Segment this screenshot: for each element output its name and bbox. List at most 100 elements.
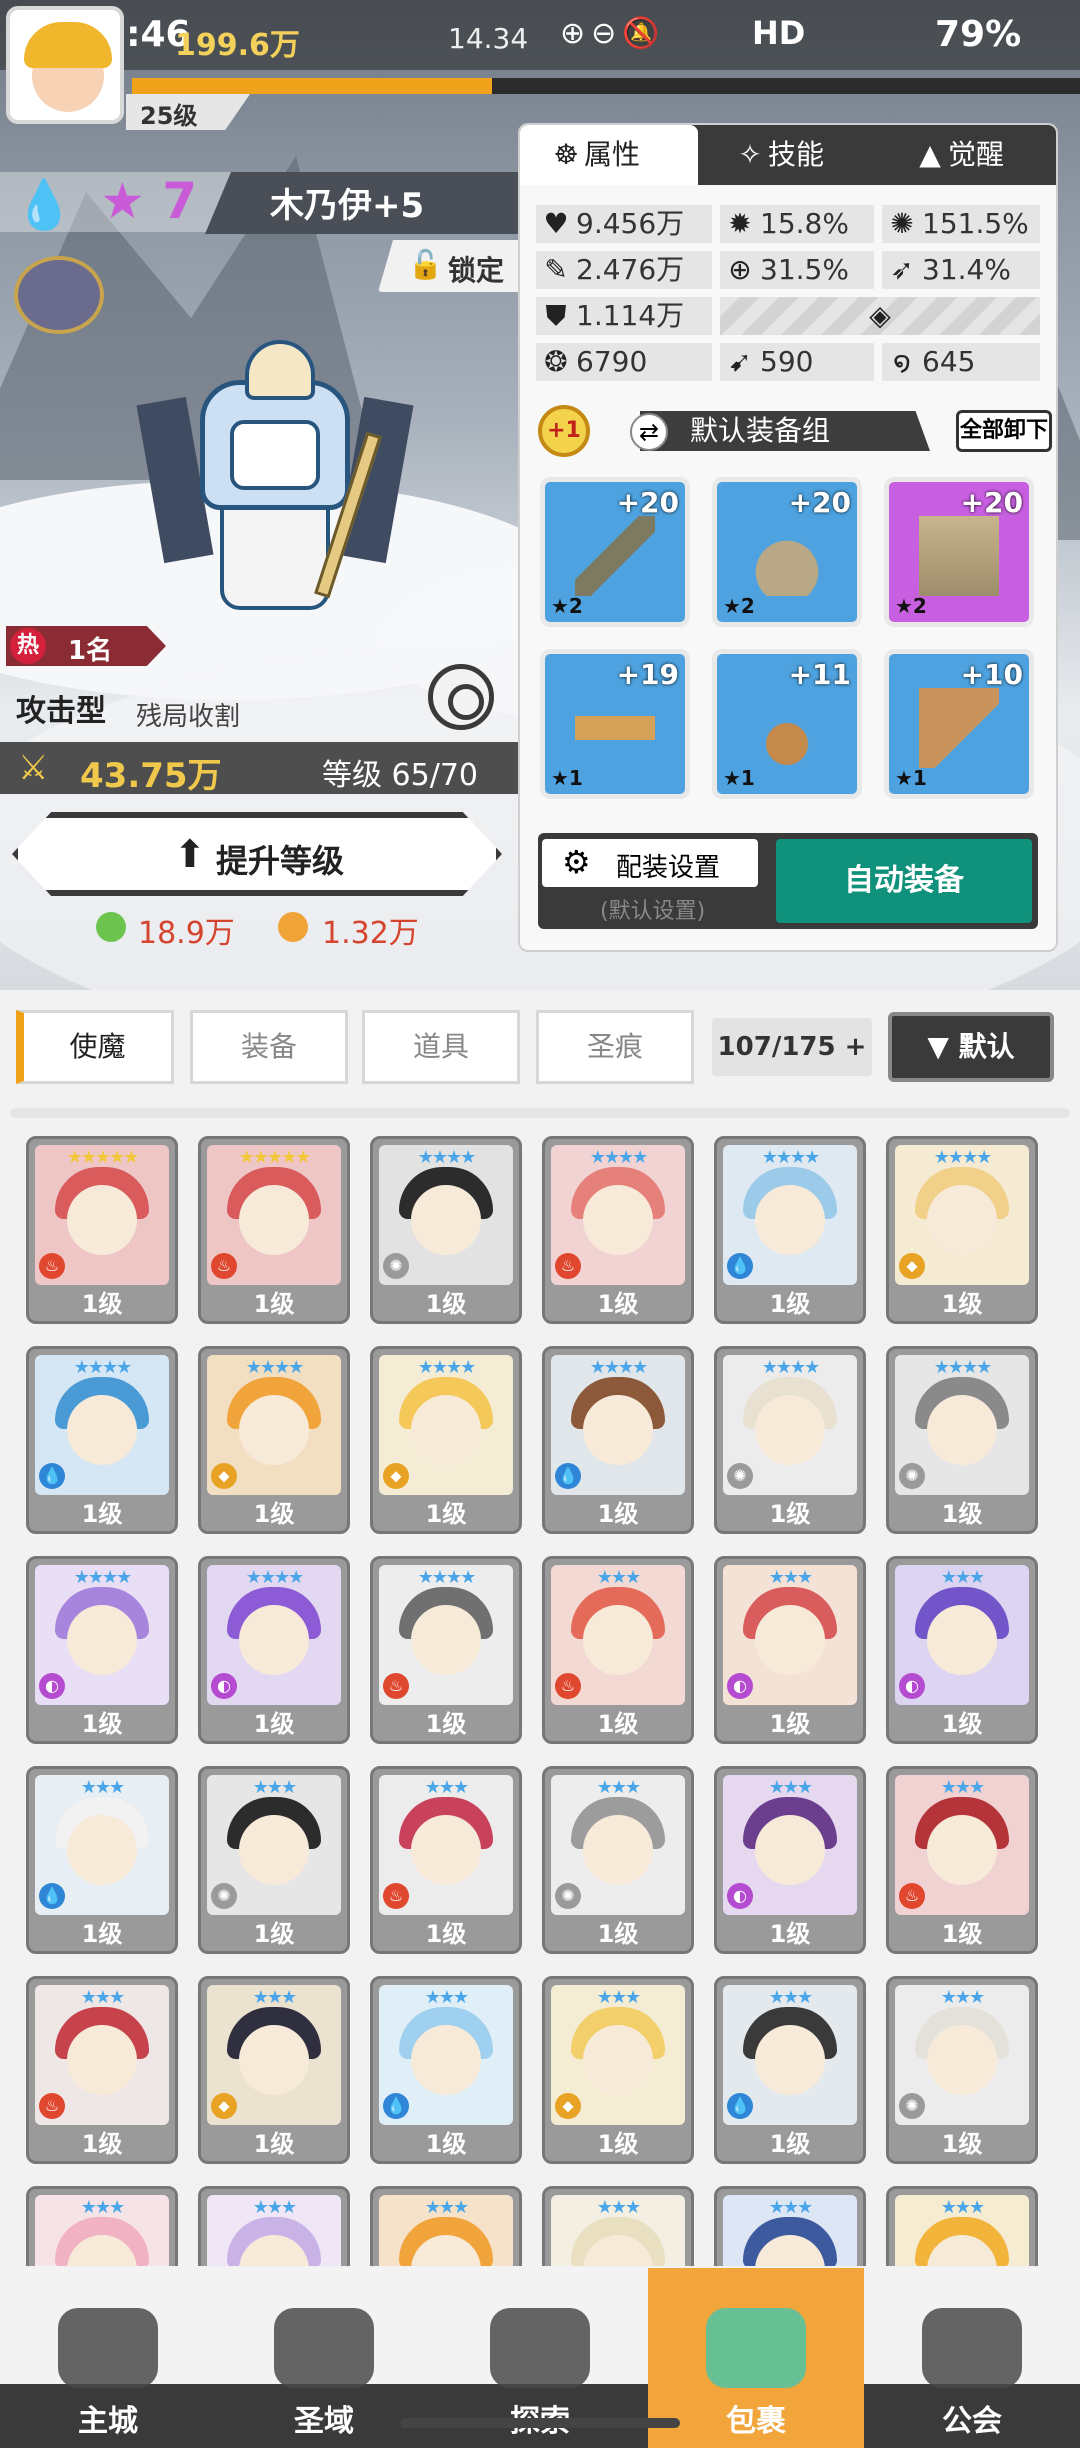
tab-attributes[interactable]: ☸ 属性: [520, 125, 698, 185]
pet-card[interactable]: ★★★◐1级: [198, 2186, 350, 2266]
pet-card[interactable]: ★★★★ 💧 1级: [542, 1346, 694, 1534]
pet-card[interactable]: ★★★♨1级: [886, 1766, 1038, 1954]
pet-card[interactable]: ★★★★ ◐ 1级: [198, 1556, 350, 1744]
pet-card[interactable]: ★★★⬥1级: [542, 2186, 694, 2266]
pet-card[interactable]: ★★★⬥1级: [370, 2186, 522, 2266]
pet-level: 1级: [941, 1290, 983, 1318]
equipment-slot[interactable]: +11 ★1: [712, 649, 862, 799]
hero-character[interactable]: [136, 340, 414, 630]
pet-card[interactable]: ★★★ ✺ 1级: [198, 1766, 350, 1954]
pet-card[interactable]: ★★★★ ⬥ 1级: [886, 1136, 1038, 1324]
dash-icon: ➶: [890, 253, 914, 286]
pet-level: 1级: [253, 1290, 295, 1318]
nav-guild[interactable]: 公会: [864, 2268, 1080, 2448]
nav-label: 主城: [78, 2404, 138, 2439]
hot-rank-badge[interactable]: 热 1名: [6, 626, 166, 666]
filter-tab-pets[interactable]: 使魔: [16, 1010, 174, 1084]
boots-icon: [919, 688, 999, 768]
burst-icon: ✹: [728, 207, 752, 240]
equipment-slot[interactable]: +20 ★2: [540, 477, 690, 627]
filter-tab-stigmata[interactable]: 圣痕: [536, 1010, 694, 1084]
pet-card[interactable]: ★★★★ ◐ 1级: [26, 1556, 178, 1744]
equipment-slot[interactable]: +20 ★2: [712, 477, 862, 627]
power-icon: ⚔: [18, 748, 49, 788]
pet-face: [927, 1605, 997, 1675]
pet-card[interactable]: ★★★♨1级: [26, 2186, 178, 2266]
pet-face: [583, 1185, 653, 1255]
pet-card[interactable]: ★★★⬥1级: [542, 1976, 694, 2164]
pet-card[interactable]: ★★★ ✺ 1级: [886, 1976, 1038, 2164]
fire-element-icon: ♨: [555, 1673, 581, 1699]
pet-card[interactable]: ★★★★ ✺ 1级: [370, 1136, 522, 1324]
pet-card[interactable]: ★★★⬥1级: [886, 2186, 1038, 2266]
pet-card[interactable]: ★★★★ 💧 1级: [26, 1346, 178, 1534]
pet-card[interactable]: ★★★★ ⬥ 1级: [198, 1346, 350, 1534]
gold-resource: 199.6万: [175, 28, 300, 63]
pet-card[interactable]: ★★★⬥1级: [198, 1976, 350, 2164]
pet-card[interactable]: ★★★♨1级: [370, 1766, 522, 1954]
pet-level: 1级: [81, 1500, 123, 1528]
equipment-slot[interactable]: +20 ★2: [884, 477, 1034, 627]
upgrade-level-button[interactable]: ⬆ 提升等级: [12, 812, 502, 896]
divider: [10, 1108, 1070, 1118]
nav-bag[interactable]: 包裹: [648, 2268, 864, 2448]
pet-card[interactable]: ★★★★ ⬥ 1级: [370, 1346, 522, 1534]
pet-stars: ★★★★: [73, 1357, 133, 1378]
lock-button[interactable]: 🔓 锁定: [378, 240, 528, 292]
pet-level: 1级: [425, 2130, 467, 2158]
pet-stars: ★★★: [940, 1567, 985, 1588]
pet-card[interactable]: ★★★★ ♨ 1级: [370, 1556, 522, 1744]
rotate-view-icon[interactable]: [428, 664, 494, 730]
equip-group-title[interactable]: 默认装备组: [640, 411, 930, 451]
gold-coin-icon: [278, 912, 308, 942]
filter-tab-equipment[interactable]: 装备: [190, 1010, 348, 1084]
config-button[interactable]: ⚙ 配装设置: [542, 839, 758, 887]
pet-card[interactable]: ★★★★ ✺ 1级: [714, 1346, 866, 1534]
inventory-count[interactable]: 107/175 +: [712, 1018, 872, 1076]
pet-card[interactable]: ★★★★ 💧 1级: [714, 1136, 866, 1324]
water-drop-icon: 💧: [14, 177, 74, 233]
auto-equip-button[interactable]: 自动装备: [776, 839, 1032, 923]
pet-card[interactable]: ★★★♨1级: [26, 1976, 178, 2164]
player-avatar[interactable]: [6, 6, 124, 124]
home-indicator[interactable]: [400, 2418, 680, 2428]
swap-icon[interactable]: ⇄: [630, 413, 668, 451]
pet-portrait: ★★★★ ♨: [551, 1145, 685, 1285]
equip-group-badge[interactable]: +1: [538, 405, 590, 457]
pet-card[interactable]: ★★★★★ ♨ 1级: [198, 1136, 350, 1324]
pet-stars: ★★★: [424, 2197, 469, 2218]
earth-element-icon: ⬥: [555, 2093, 581, 2119]
unequip-all-button[interactable]: 全部卸下: [956, 410, 1052, 452]
sort-dropdown[interactable]: ▼ 默认: [888, 1012, 1054, 1082]
pet-card[interactable]: ★★★★ ✺ 1级: [886, 1346, 1038, 1534]
pet-card[interactable]: ★★★💧1级: [370, 1976, 522, 2164]
stat-row: ♥ 9.456万 ✹ 15.8% ✺ 151.5%: [536, 205, 1040, 243]
light-element-icon: ✺: [383, 1253, 409, 1279]
pet-card[interactable]: ★★★◐1级: [714, 1556, 866, 1744]
pet-card[interactable]: ★★★💧1级: [714, 2186, 866, 2266]
nav-castle[interactable]: 主城: [0, 2268, 216, 2448]
vortex-icon: [274, 2308, 374, 2388]
pet-card[interactable]: ★★★★ ♨ 1级: [542, 1136, 694, 1324]
pet-card[interactable]: ★★★💧1级: [714, 1976, 866, 2164]
dark-element-icon: ◐: [727, 1673, 753, 1699]
pet-level: 1级: [597, 1500, 639, 1528]
pet-card[interactable]: ★★★♨1级: [542, 1556, 694, 1744]
pet-card[interactable]: ★★★★★ ♨ 1级: [26, 1136, 178, 1324]
tab-skills[interactable]: ✧ 技能: [698, 125, 876, 185]
sun-icon: ✺: [890, 207, 914, 240]
pet-card[interactable]: ★★★◐1级: [714, 1766, 866, 1954]
pet-face: [411, 1815, 481, 1885]
tab-awaken[interactable]: ▲ 觉醒: [876, 125, 1056, 185]
equipment-slot[interactable]: +10 ★1: [884, 649, 1034, 799]
pet-card[interactable]: ★★★◐1级: [886, 1556, 1038, 1744]
companion-lock-icon[interactable]: [14, 256, 104, 334]
pet-stars: ★★★: [80, 1777, 125, 1798]
pet-card[interactable]: ★★★ ✺ 1级: [542, 1766, 694, 1954]
filter-tab-items[interactable]: 道具: [362, 1010, 520, 1084]
pet-portrait: ★★★★ ⬥: [379, 1355, 513, 1495]
equipment-slot[interactable]: +19 ★1: [540, 649, 690, 799]
pet-portrait: ★★★ 💧: [723, 1985, 857, 2125]
equip-stars: ★2: [551, 594, 583, 618]
pet-card[interactable]: ★★★💧1级: [26, 1766, 178, 1954]
